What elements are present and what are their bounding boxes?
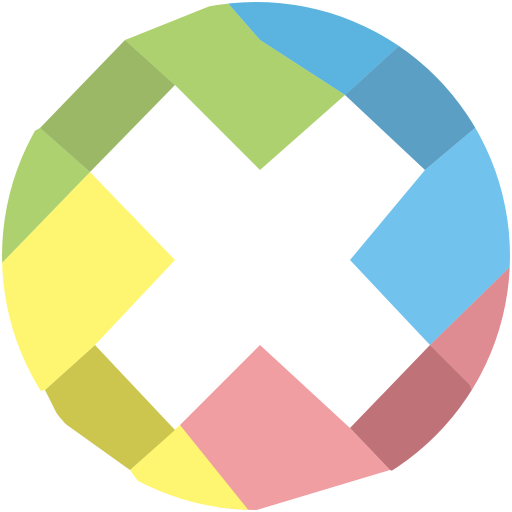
multicolor-x-circle-logo-icon [2, 2, 510, 510]
app-icon-canvas [0, 0, 512, 512]
